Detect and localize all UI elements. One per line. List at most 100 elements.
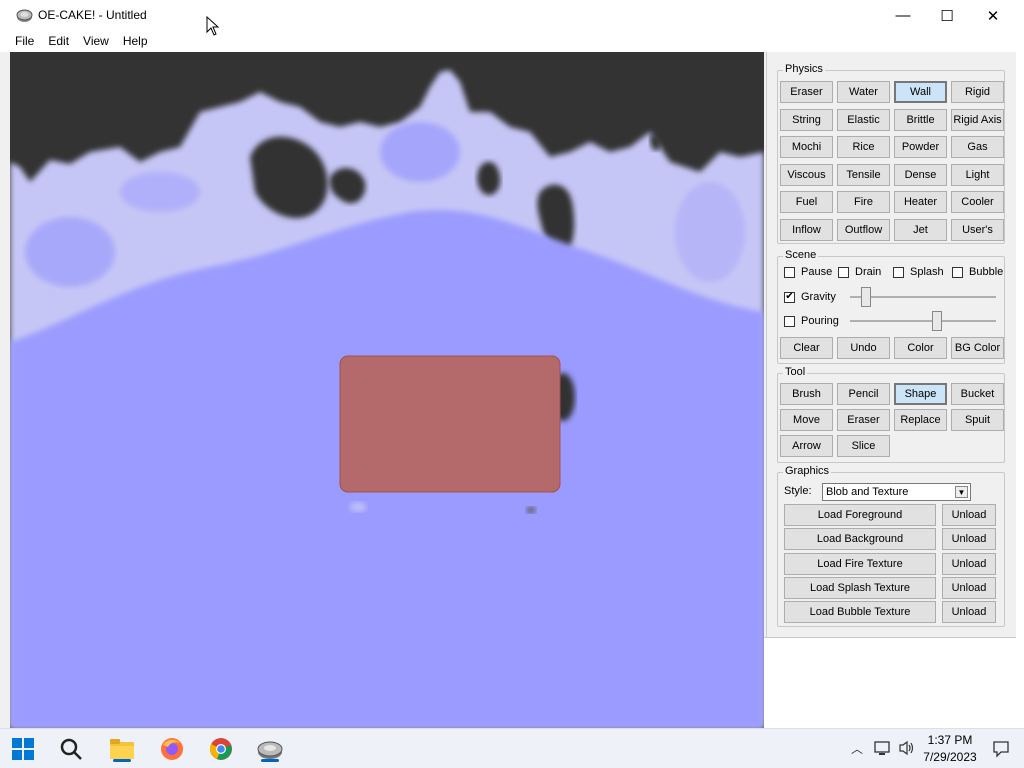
clock-date: 7/29/2023 (923, 750, 977, 764)
bg-color-button[interactable]: BG Color (951, 337, 1004, 359)
splash (350, 502, 366, 512)
pause-checkbox[interactable]: Pause (784, 265, 832, 279)
pouring-slider[interactable] (850, 310, 996, 332)
clear-button[interactable]: Clear (780, 337, 833, 359)
physics-group-title: Physics (783, 63, 825, 75)
firefox-icon[interactable] (158, 735, 186, 763)
tool-group-title: Tool (783, 366, 808, 378)
menu-edit[interactable]: Edit (48, 34, 69, 48)
rigid-rectangle[interactable] (339, 355, 561, 493)
gravity-slider[interactable] (850, 286, 996, 308)
pouring-checkbox[interactable]: Pouring (784, 314, 839, 328)
checkbox-box (893, 266, 904, 278)
volume-icon[interactable] (898, 740, 916, 756)
physics-powder-button[interactable]: Powder (894, 136, 947, 159)
load-background-button[interactable]: Load Background (784, 528, 936, 551)
panel-footer (764, 637, 1016, 728)
menu-file[interactable]: File (15, 34, 34, 48)
physics-gas-button[interactable]: Gas (951, 136, 1004, 159)
checkbox-box (784, 315, 795, 327)
oe-cake-icon[interactable] (256, 735, 284, 763)
scene-group: Scene Pause Drain Splash Bubble ✔ Gravity… (777, 249, 1005, 364)
physics-wall-button[interactable]: Wall (894, 81, 947, 103)
menu-help[interactable]: Help (123, 34, 148, 48)
tool-slice-button[interactable]: Slice (837, 435, 890, 457)
physics-cooler-button[interactable]: Cooler (951, 191, 1004, 214)
menu-view[interactable]: View (83, 34, 109, 48)
network-icon[interactable] (874, 740, 892, 756)
water-blotch (675, 182, 745, 282)
physics-viscous-button[interactable]: Viscous (780, 163, 833, 186)
maximize-button[interactable]: ☐ (924, 0, 970, 31)
notification-icon[interactable] (992, 740, 1010, 758)
tool-replace-button[interactable]: Replace (894, 409, 947, 431)
tool-eraser-button[interactable]: Eraser (837, 409, 890, 431)
physics-outflow-button[interactable]: Outflow (837, 219, 890, 241)
search-icon[interactable] (57, 735, 85, 763)
unload-button[interactable]: Unload (942, 576, 996, 599)
active-indicator (261, 759, 279, 762)
color-button[interactable]: Color (894, 337, 947, 359)
load-fire-texture-button[interactable]: Load Fire Texture (784, 552, 936, 575)
tool-brush-button[interactable]: Brush (780, 383, 833, 405)
tool-pencil-button[interactable]: Pencil (837, 383, 890, 405)
physics-eraser-button[interactable]: Eraser (780, 81, 833, 103)
physics-mochi-button[interactable]: Mochi (780, 136, 833, 159)
windows-start-icon[interactable] (9, 735, 37, 763)
physics-rigid-axis-button[interactable]: Rigid Axis (951, 108, 1004, 131)
slider-thumb[interactable] (932, 311, 942, 331)
bubble-checkbox[interactable]: Bubble (952, 265, 1003, 279)
splash-checkbox[interactable]: Splash (893, 265, 944, 279)
physics-elastic-button[interactable]: Elastic (837, 108, 890, 131)
water-blotch (380, 122, 460, 182)
unload-button[interactable]: Unload (942, 552, 996, 575)
physics-fire-button[interactable]: Fire (837, 191, 890, 214)
checkbox-box (952, 266, 963, 278)
drain-label: Drain (855, 266, 882, 278)
tool-shape-button[interactable]: Shape (894, 383, 947, 405)
physics-dense-button[interactable]: Dense (894, 163, 947, 186)
tool-bucket-button[interactable]: Bucket (951, 383, 1004, 405)
slider-thumb[interactable] (861, 287, 871, 307)
unload-button[interactable]: Unload (942, 528, 996, 551)
load-splash-texture-button[interactable]: Load Splash Texture (784, 576, 936, 599)
scene-group-title: Scene (783, 249, 819, 261)
unload-button[interactable]: Unload (942, 504, 996, 526)
physics-user-s-button[interactable]: User's (951, 219, 1004, 241)
water-blotch (120, 172, 200, 212)
tool-move-button[interactable]: Move (780, 409, 833, 431)
chevron-up-icon[interactable]: ︿ (851, 740, 863, 757)
chevron-down-icon: ▼ (955, 486, 968, 498)
physics-water-button[interactable]: Water (837, 81, 890, 103)
physics-jet-button[interactable]: Jet (894, 219, 947, 241)
menu-bar: File Edit View Help (0, 31, 1024, 51)
load-foreground-button[interactable]: Load Foreground (784, 504, 936, 526)
minimize-button[interactable]: — (880, 0, 926, 31)
chrome-icon[interactable] (207, 735, 235, 763)
physics-heater-button[interactable]: Heater (894, 191, 947, 214)
water-blotch (25, 217, 115, 287)
unload-button[interactable]: Unload (942, 601, 996, 624)
style-dropdown[interactable]: Blob and Texture ▼ (822, 483, 971, 501)
simulation-canvas[interactable] (10, 52, 764, 728)
physics-light-button[interactable]: Light (951, 163, 1004, 186)
physics-string-button[interactable]: String (780, 108, 833, 131)
load-bubble-texture-button[interactable]: Load Bubble Texture (784, 601, 936, 624)
physics-brittle-button[interactable]: Brittle (894, 108, 947, 131)
file-explorer-icon[interactable] (108, 735, 136, 763)
drain-checkbox[interactable]: Drain (838, 265, 881, 279)
tool-spuit-button[interactable]: Spuit (951, 409, 1004, 431)
physics-inflow-button[interactable]: Inflow (780, 219, 833, 241)
clock[interactable]: 1:37 PM 7/29/2023 (918, 732, 982, 766)
gravity-label: Gravity (801, 291, 836, 303)
checkmark-icon: ✔ (784, 291, 795, 303)
physics-tensile-button[interactable]: Tensile (837, 163, 890, 186)
gravity-checkbox[interactable]: ✔ Gravity (784, 290, 836, 304)
physics-rice-button[interactable]: Rice (837, 136, 890, 159)
title-bar[interactable]: OE-CAKE! - Untitled — ☐ ✕ (0, 0, 1024, 31)
physics-rigid-button[interactable]: Rigid (951, 81, 1004, 103)
undo-button[interactable]: Undo (837, 337, 890, 359)
physics-fuel-button[interactable]: Fuel (780, 191, 833, 214)
tool-arrow-button[interactable]: Arrow (780, 435, 833, 457)
close-button[interactable]: ✕ (970, 0, 1016, 31)
